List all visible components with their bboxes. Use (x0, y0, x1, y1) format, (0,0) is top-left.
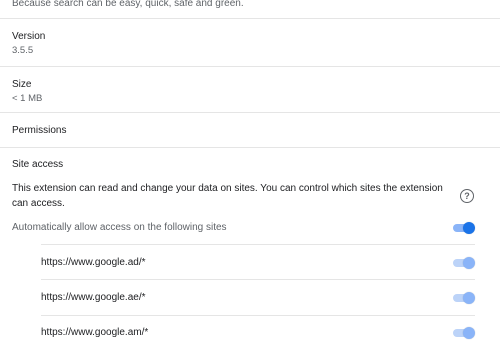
site-toggle-google-ad[interactable] (453, 256, 475, 270)
size-value: < 1 MB (12, 93, 43, 104)
site-toggle-google-am[interactable] (453, 326, 475, 340)
site-access-label: Site access (12, 159, 64, 170)
divider (0, 66, 500, 67)
toggle-knob (463, 292, 475, 304)
site-item-google-ae: https://www.google.ae/* (41, 292, 146, 303)
site-item-google-am: https://www.google.am/* (41, 327, 149, 338)
permissions-label: Permissions (12, 125, 67, 136)
size-label: Size (12, 79, 32, 90)
auto-allow-label: Automatically allow access on the follow… (12, 222, 227, 233)
site-access-info: This extension can read and change your … (12, 183, 443, 209)
toggle-knob (463, 327, 475, 339)
divider (41, 279, 475, 280)
toggle-knob (463, 257, 475, 269)
divider (0, 18, 500, 19)
extension-details-page: Because search can be easy, quick, safe … (0, 0, 500, 350)
divider (41, 315, 475, 316)
auto-allow-toggle[interactable] (453, 221, 475, 235)
version-value: 3.5.5 (12, 45, 34, 56)
toggle-knob (463, 222, 475, 234)
divider (41, 244, 475, 245)
divider (0, 147, 500, 148)
help-circle-icon[interactable]: ? (460, 189, 474, 203)
version-label: Version (12, 31, 46, 42)
divider (0, 112, 500, 113)
site-toggle-google-ae[interactable] (453, 291, 475, 305)
site-item-google-ad: https://www.google.ad/* (41, 257, 146, 268)
extension-description: Because search can be easy, quick, safe … (12, 0, 244, 9)
